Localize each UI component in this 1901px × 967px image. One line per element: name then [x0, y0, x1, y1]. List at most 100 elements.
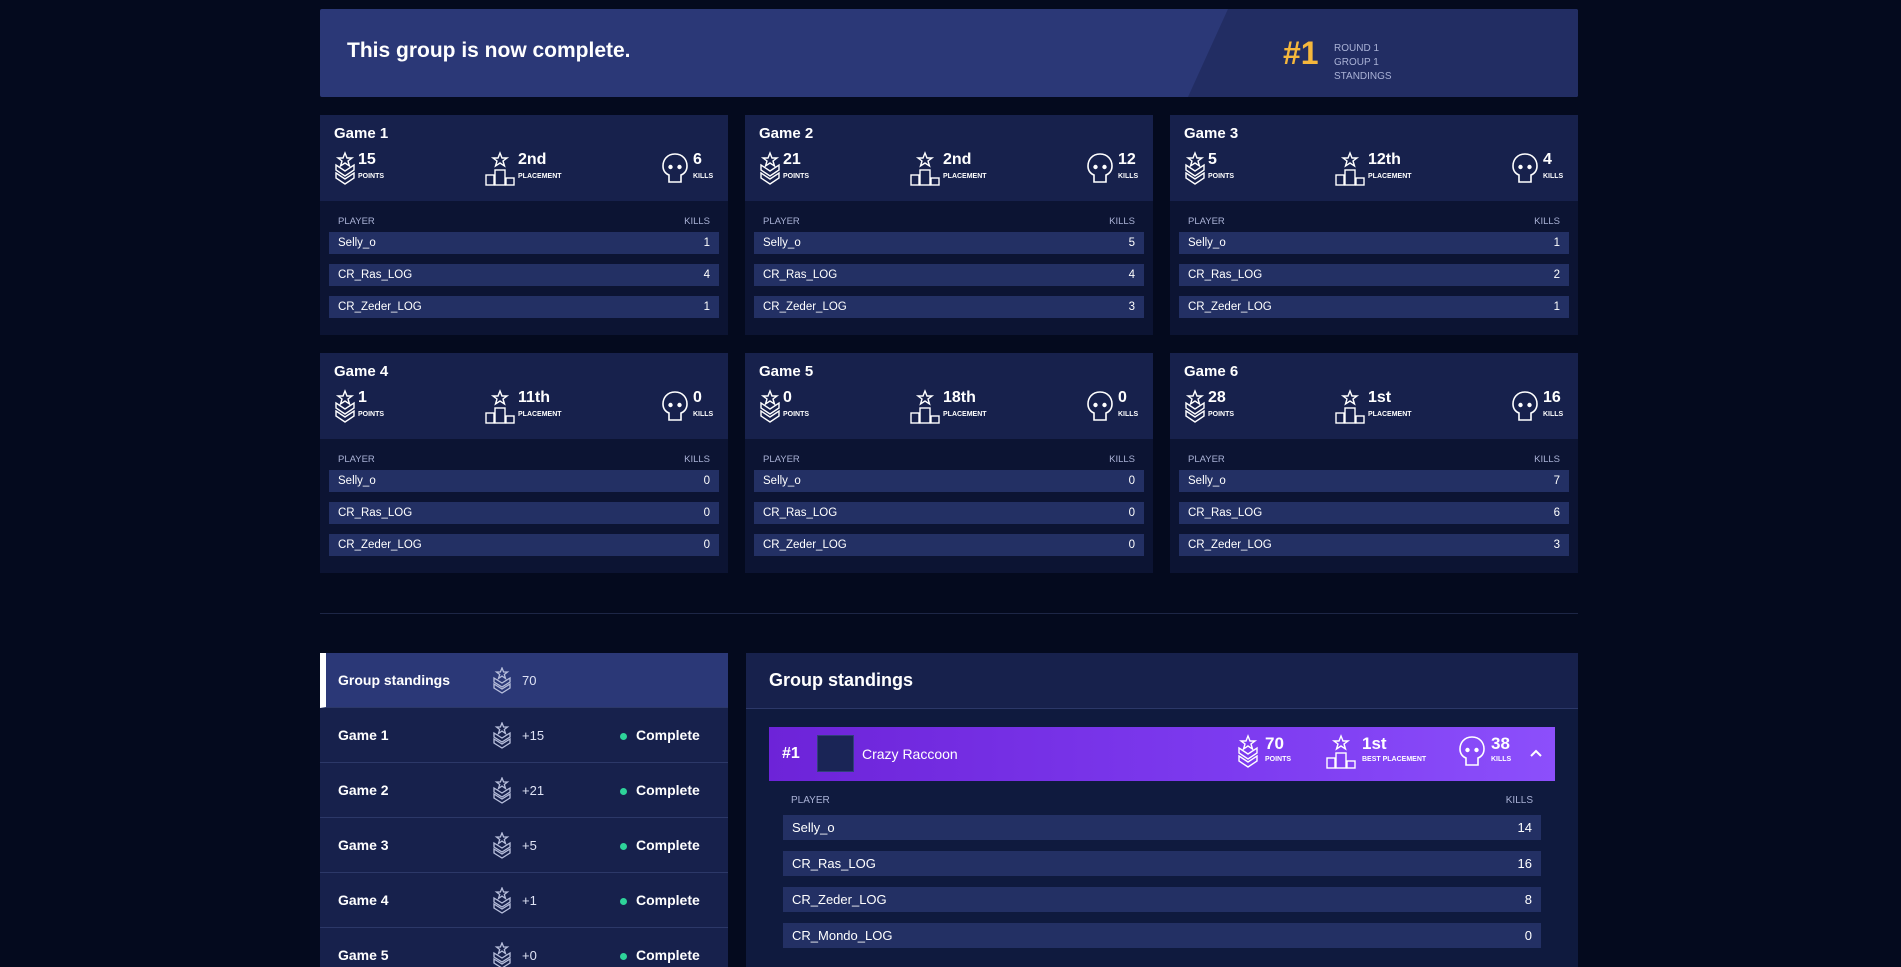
game-players-header: PLAYER KILLS — [1188, 216, 1560, 227]
player-kills: 4 — [1128, 269, 1135, 281]
player-column-header: PLAYER — [1188, 454, 1225, 465]
skull-icon — [1087, 153, 1113, 183]
player-kills: 1 — [703, 237, 710, 249]
podium-star-icon — [485, 151, 515, 186]
chevron-up-icon[interactable] — [1529, 747, 1543, 759]
group-complete-banner: This group is now complete. #1 ROUND 1 G… — [320, 9, 1578, 97]
player-row: CR_Ras_LOG 6 — [1179, 502, 1569, 524]
player-name: CR_Zeder_LOG — [338, 301, 422, 313]
nav-item-group-standings[interactable]: Group standings 70 — [320, 653, 728, 708]
game-card: Game 1 15 POINTS 2nd PLACEMENT 6 KILLS PLAYER KI… — [320, 115, 728, 335]
status-dot — [620, 953, 627, 960]
game-placement-value: 1st — [1368, 389, 1392, 406]
nav-item-game-5[interactable]: Game 5 +0 Complete — [320, 928, 728, 967]
game-card-header: Game 5 0 POINTS 18th PLACEMENT 0 KILLS — [745, 353, 1153, 439]
game-card-header: Game 4 1 POINTS 11th PLACEMENT 0 KILLS — [320, 353, 728, 439]
team-rank: #1 — [782, 745, 800, 762]
medal-points-icon — [493, 722, 511, 749]
team-kills-label: KILLS — [1491, 756, 1512, 763]
player-row: CR_Ras_LOG 0 — [754, 502, 1144, 524]
skull-icon — [1087, 391, 1113, 421]
player-row: CR_Zeder_LOG 0 — [754, 534, 1144, 556]
game-points-label: POINTS — [783, 411, 810, 418]
podium-star-icon — [485, 389, 515, 424]
skull-icon — [1512, 153, 1538, 183]
player-name: CR_Ras_LOG — [1188, 269, 1263, 281]
player-name: Selly_o — [1188, 237, 1226, 249]
player-kills: 3 — [1128, 301, 1135, 313]
kills-column-header: KILLS — [1505, 795, 1533, 806]
game-title: Game 4 — [334, 363, 389, 380]
player-name: Selly_o — [1188, 475, 1226, 487]
player-name: CR_Ras_LOG — [763, 269, 838, 281]
player-row: CR_Ras_LOG 2 — [1179, 264, 1569, 286]
banner-group: GROUP 1 — [1334, 57, 1379, 68]
game-card-header: Game 6 28 POINTS 1st PLACEMENT 16 KILLS — [1170, 353, 1578, 439]
nav-item-game-4[interactable]: Game 4 +1 Complete — [320, 873, 728, 928]
game-card-header: Game 3 5 POINTS 12th PLACEMENT 4 KILLS — [1170, 115, 1578, 201]
player-kills: 8 — [1524, 892, 1532, 907]
player-column-header: PLAYER — [791, 795, 830, 806]
player-row: Selly_o 0 — [754, 470, 1144, 492]
game-points-label: POINTS — [358, 411, 385, 418]
nav-item-label: Game 2 — [338, 782, 389, 798]
player-row: CR_Zeder_LOG 8 — [783, 887, 1541, 912]
nav-item-game-3[interactable]: Game 3 +5 Complete — [320, 818, 728, 873]
banner-title: This group is now complete. — [347, 39, 631, 62]
nav-item-status: Complete — [636, 947, 700, 963]
game-placement-label: PLACEMENT — [518, 173, 562, 180]
game-title: Game 6 — [1184, 363, 1239, 380]
game-points-label: POINTS — [783, 173, 810, 180]
game-placement-value: 12th — [1368, 151, 1401, 168]
skull-icon — [1512, 391, 1538, 421]
status-dot — [620, 733, 627, 740]
game-points-value: 15 — [358, 151, 376, 168]
medal-points-icon — [760, 389, 780, 423]
game-placement-label: PLACEMENT — [1368, 411, 1412, 418]
game-kills-value: 0 — [693, 389, 702, 406]
game-points-label: POINTS — [358, 173, 385, 180]
player-name: Selly_o — [792, 820, 835, 835]
status-dot — [620, 788, 627, 795]
game-card: Game 5 0 POINTS 18th PLACEMENT 0 KILLS PLAYER KI… — [745, 353, 1153, 573]
player-column-header: PLAYER — [763, 454, 800, 465]
game-points-value: 1 — [358, 389, 367, 406]
nav-item-game-2[interactable]: Game 2 +21 Complete — [320, 763, 728, 818]
medal-points-icon — [493, 887, 511, 914]
player-kills: 0 — [1128, 475, 1135, 487]
game-players-header: PLAYER KILLS — [338, 454, 710, 465]
nav-item-points: 70 — [522, 673, 537, 688]
player-kills: 14 — [1517, 820, 1532, 835]
team-points-value: 70 — [1265, 734, 1284, 753]
player-row: CR_Ras_LOG 4 — [329, 264, 719, 286]
team-kills-value: 38 — [1491, 734, 1510, 753]
standings-nav: Group standings 70 Game 1 +15 Complete Game 2… — [320, 653, 728, 967]
player-row: Selly_o 7 — [1179, 470, 1569, 492]
game-kills-value: 16 — [1543, 389, 1561, 406]
player-row: CR_Ras_LOG 16 — [783, 851, 1541, 876]
player-row: CR_Zeder_LOG 3 — [1179, 534, 1569, 556]
medal-points-icon — [1238, 734, 1258, 768]
game-placement-value: 2nd — [943, 151, 972, 168]
player-name: CR_Zeder_LOG — [338, 539, 422, 551]
player-row: Selly_o 14 — [783, 815, 1541, 840]
game-card-header: Game 2 21 POINTS 2nd PLACEMENT 12 KILLS — [745, 115, 1153, 201]
game-kills-label: KILLS — [693, 411, 714, 418]
game-kills-label: KILLS — [693, 173, 714, 180]
status-dot — [620, 898, 627, 905]
team-row[interactable]: #1 Crazy Raccoon 70 POINTS 1st BEST PLAC… — [769, 727, 1555, 781]
player-kills: 4 — [703, 269, 710, 281]
banner-standings: STANDINGS — [1334, 71, 1392, 82]
game-title: Game 5 — [759, 363, 814, 380]
player-kills: 0 — [703, 539, 710, 551]
podium-star-icon — [910, 389, 940, 424]
player-row: Selly_o 1 — [329, 232, 719, 254]
team-players-header: PLAYER KILLS — [791, 795, 1533, 806]
player-name: CR_Zeder_LOG — [1188, 539, 1272, 551]
skull-icon — [662, 153, 688, 183]
team-best-placement-label: BEST PLACEMENT — [1362, 756, 1427, 763]
medal-points-icon — [493, 942, 511, 967]
nav-item-points: +1 — [522, 893, 537, 908]
nav-item-game-1[interactable]: Game 1 +15 Complete — [320, 708, 728, 763]
player-kills: 1 — [1553, 237, 1560, 249]
